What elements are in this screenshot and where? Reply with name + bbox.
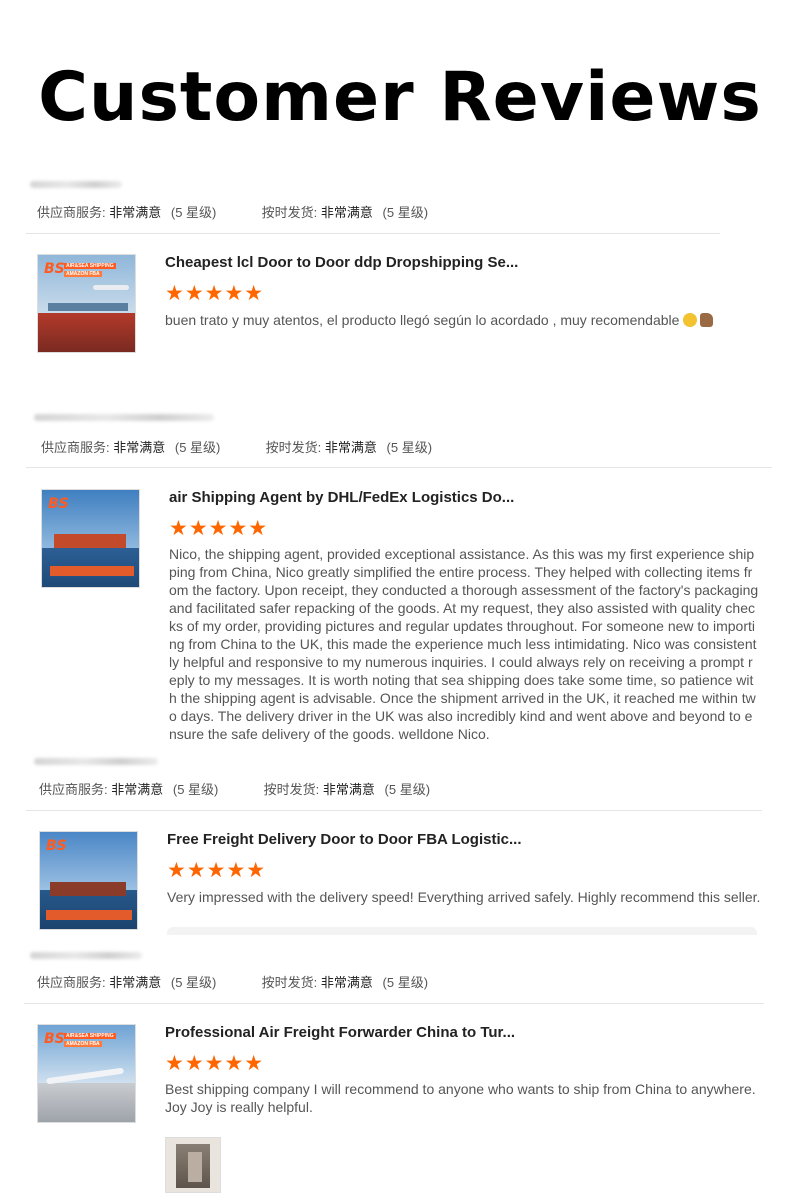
star-rating: ★★★★★ (165, 1052, 265, 1075)
reviewer-name-blurred (30, 181, 122, 188)
service-grade: (5 星级) (170, 975, 217, 990)
brand-logo: BS (46, 838, 67, 854)
service-grade: (5 星级) (170, 205, 217, 220)
service-label: 供应商服务: (41, 440, 110, 455)
service-label: 供应商服务: (37, 975, 106, 990)
brand-logo: BS (44, 1031, 65, 1047)
page-title: Customer Reviews (38, 58, 762, 137)
divider (26, 233, 720, 234)
smiling-face-icon (683, 313, 698, 327)
product-thumbnail[interactable]: BS AIR&SEA SHIPPING AMAZON FBA (37, 254, 136, 353)
brand-logo: BS (44, 261, 65, 277)
rating-summary: 供应商服务: 非常满意 (5 星级) 按时发货: 非常满意 (5 星级) (41, 437, 432, 456)
product-thumbnail[interactable]: BS (39, 831, 138, 930)
service-label: 供应商服务: (37, 205, 106, 220)
delivery-grade: (5 星级) (382, 205, 429, 220)
star-rating: ★★★★★ (165, 282, 265, 305)
product-thumbnail[interactable]: BS AIR&SEA SHIPPING AMAZON FBA (37, 1024, 136, 1123)
rating-summary: 供应商服务: 非常满意 (5 星级) 按时发货: 非常满意 (5 星级) (37, 972, 428, 991)
delivery-grade: (5 星级) (382, 975, 429, 990)
delivery-value: 非常满意 (320, 975, 373, 990)
divider (26, 810, 762, 811)
delivery-value: 非常满意 (324, 440, 377, 455)
service-value: 非常满意 (109, 205, 162, 220)
divider (26, 467, 772, 468)
brand-logo: BS (48, 496, 69, 512)
delivery-label: 按时发货: (265, 440, 322, 455)
review-text: buen trato y muy atentos, el producto ll… (165, 311, 765, 329)
service-label: 供应商服务: (39, 782, 108, 797)
delivery-label: 按时发货: (263, 782, 320, 797)
delivery-label: 按时发货: (261, 205, 318, 220)
star-rating: ★★★★★ (167, 859, 267, 882)
service-value: 非常满意 (109, 975, 162, 990)
review-text: Very impressed with the delivery speed! … (167, 889, 761, 905)
rating-summary: 供应商服务: 非常满意 (5 星级) 按时发货: 非常满意 (5 星级) (39, 779, 430, 798)
product-title-link[interactable]: Professional Air Freight Forwarder China… (165, 1024, 515, 1041)
review-text: Nico, the shipping agent, provided excep… (169, 546, 759, 742)
rating-summary: 供应商服务: 非常满意 (5 星级) 按时发货: 非常满意 (5 星级) (37, 202, 428, 221)
star-rating: ★★★★★ (169, 517, 269, 540)
service-value: 非常满意 (113, 440, 166, 455)
review-text: Best shipping company I will recommend t… (165, 1081, 756, 1115)
service-value: 非常满意 (111, 782, 164, 797)
reviewer-name-blurred (34, 758, 158, 765)
seller-reply-box (167, 927, 757, 935)
reviewer-name-blurred (30, 952, 142, 959)
product-title-link[interactable]: Free Freight Delivery Door to Door FBA L… (167, 831, 522, 848)
product-title-link[interactable]: Cheapest lcl Door to Door ddp Dropshippi… (165, 254, 518, 271)
review-photo-thumbnail[interactable] (165, 1137, 221, 1193)
product-thumbnail[interactable]: BS (41, 489, 140, 588)
thumbs-up-icon (700, 313, 714, 327)
divider (24, 1003, 764, 1004)
service-grade: (5 星级) (172, 782, 219, 797)
delivery-value: 非常满意 (320, 205, 373, 220)
product-title-link[interactable]: air Shipping Agent by DHL/FedEx Logistic… (169, 489, 514, 506)
delivery-grade: (5 星级) (384, 782, 431, 797)
reviewer-name-blurred (34, 414, 214, 421)
delivery-value: 非常满意 (322, 782, 375, 797)
service-grade: (5 星级) (174, 440, 221, 455)
delivery-grade: (5 星级) (386, 440, 433, 455)
delivery-label: 按时发货: (261, 975, 318, 990)
